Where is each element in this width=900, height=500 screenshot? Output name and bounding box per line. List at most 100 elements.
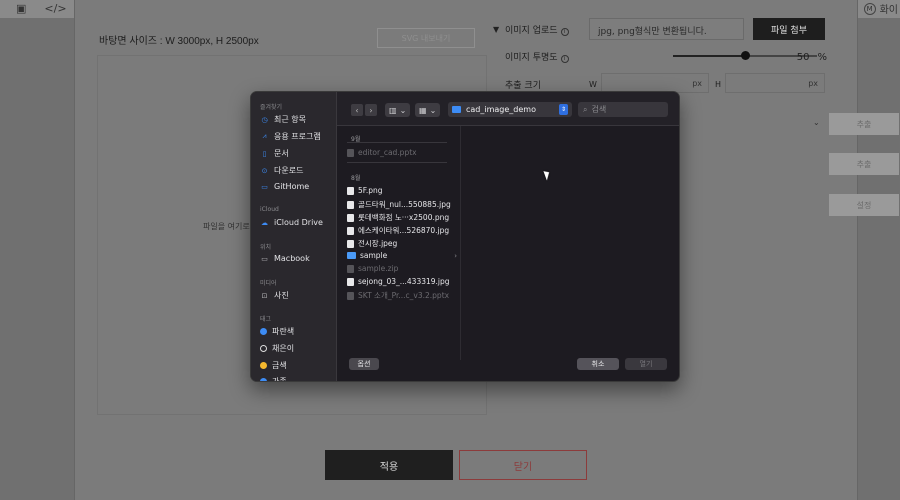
cloud-icon: ☁	[261, 218, 268, 227]
file-icon	[347, 213, 354, 222]
view-mode-button[interactable]: ▥ ⌄	[385, 103, 411, 117]
tag-dot-icon	[260, 345, 267, 352]
apps-icon: ⩘	[262, 132, 267, 140]
export-svg-button[interactable]: SVG 내보내기	[377, 28, 475, 48]
group-button[interactable]: ▦ ⌄	[415, 103, 441, 117]
folder-icon: ▭	[261, 182, 268, 191]
opacity-number: 50	[796, 51, 810, 63]
sidebar-tag-family[interactable]: 가족	[260, 376, 287, 381]
grid-icon: ▦	[419, 105, 427, 115]
extract-button-2[interactable]: 추출	[829, 153, 899, 175]
path-select[interactable]: cad_image_demo ⇕	[448, 102, 572, 117]
chevron-down-icon: ⌄	[399, 105, 407, 115]
opacity-unit: %	[817, 51, 827, 63]
dialog-sidebar: 즐겨찾기 ◷ 최근 항목 ⩘ 응용 프로그램 ▯ 문서 ⊙ 다운로드 ▭ GitHome …	[251, 92, 337, 381]
opacity-value[interactable]: 50%	[775, 48, 827, 66]
search-input[interactable]: ⌕ 검색	[578, 102, 668, 117]
file-icon	[347, 200, 354, 209]
avatar-icon: M	[863, 2, 876, 15]
width-unit: px	[692, 78, 702, 88]
sidebar-item-downloads[interactable]: ⊙ 다운로드	[260, 165, 304, 176]
list-item[interactable]: 전시장.jpeg	[347, 238, 457, 249]
chevron-down-icon: ⌄	[429, 105, 437, 115]
height-field[interactable]: px	[725, 73, 825, 93]
folder-icon	[452, 106, 461, 113]
sidebar-item-macbook[interactable]: ▭ Macbook	[260, 254, 310, 263]
dialog-toolbar: ‹ › ▥ ⌄ ▦ ⌄ cad_image_demo ⇕ ⌕ 검색	[337, 92, 679, 126]
search-icon: ⌕	[583, 104, 588, 114]
width-prefix: W	[589, 80, 597, 89]
path-label: cad_image_demo	[466, 105, 536, 114]
sidebar-item-icloud-drive[interactable]: ☁ iCloud Drive	[260, 218, 323, 227]
document-icon: ▯	[262, 149, 267, 158]
background-size-label: 바탕면 사이즈 : W 3000px, H 2500px	[99, 36, 259, 47]
list-item[interactable]: 롯데백화점 노···x2500.png	[347, 212, 457, 223]
sidebar-item-recents[interactable]: ◷ 최근 항목	[260, 114, 306, 125]
sidebar-item-documents[interactable]: ▯ 문서	[260, 148, 289, 159]
sidebar-tag-white[interactable]: 채은이	[260, 343, 294, 354]
file-icon	[347, 186, 354, 195]
laptop-icon: ▭	[261, 254, 268, 263]
info-icon: i	[560, 55, 569, 63]
tag-dot-icon	[260, 362, 267, 369]
attach-file-button[interactable]: 파일 첨부	[753, 18, 825, 40]
close-button[interactable]: 닫기	[459, 450, 587, 480]
extract-button-1[interactable]: 추출	[829, 113, 899, 135]
options-button[interactable]: 옵션	[349, 358, 379, 370]
list-item[interactable]: 골드타워_nul...550885.jpg	[347, 199, 457, 210]
caret-down-icon[interactable]: ▼	[493, 25, 499, 34]
drop-hint: 파일을 여기로	[203, 222, 250, 231]
clock-icon: ◷	[261, 115, 268, 124]
file-icon	[347, 148, 354, 157]
file-icon	[347, 226, 354, 235]
back-button[interactable]: ‹	[351, 104, 363, 116]
list-item[interactable]: editor_cad.pptx	[347, 148, 457, 157]
file-icon	[347, 291, 354, 300]
favorites-title: 즐겨찾기	[260, 104, 283, 111]
code-icon[interactable]: </>	[44, 2, 66, 15]
list-item[interactable]: sejong_03_...433319.jpg	[347, 277, 457, 286]
open-button[interactable]: 열기	[625, 358, 667, 370]
media-title: 미디어	[260, 280, 277, 287]
file-icon	[347, 277, 354, 286]
folder-icon	[347, 252, 356, 259]
file-open-dialog: 즐겨찾기 ◷ 최근 항목 ⩘ 응용 프로그램 ▯ 문서 ⊙ 다운로드 ▭ GitHome …	[250, 91, 680, 382]
opacity-slider-knob[interactable]	[741, 51, 750, 60]
icloud-title: iCloud	[260, 206, 279, 213]
forward-button[interactable]: ›	[365, 104, 377, 116]
upload-label: 이미지 업로드 i	[505, 23, 569, 36]
apply-button[interactable]: 적용	[325, 450, 453, 480]
sidebar-item-photos[interactable]: ⊡ 사진	[260, 290, 289, 301]
chevron-right-icon: ›	[454, 251, 457, 260]
file-list-column: 9월 editor_cad.pptx 8월 5F.png 골드타워_nul...…	[337, 126, 461, 360]
size-label: 추출 크기	[505, 81, 541, 91]
stepper-icon: ⇕	[559, 104, 568, 115]
height-prefix: H	[715, 80, 722, 89]
width-field[interactable]: px	[601, 73, 709, 93]
opacity-slider-fill	[673, 55, 745, 57]
sidebar-item-githome[interactable]: ▭ GitHome	[260, 182, 309, 191]
list-item[interactable]: sample.zip	[347, 264, 457, 273]
file-icon	[347, 264, 354, 273]
upload-field[interactable]: jpg, png형식만 변환됩니다.	[589, 18, 744, 40]
tag-dot-icon	[260, 378, 267, 381]
tag-dot-icon	[260, 328, 267, 335]
list-item[interactable]: 에스케이타워...526870.jpg	[347, 225, 457, 236]
list-item[interactable]: 5F.png	[347, 186, 457, 195]
list-item-folder[interactable]: sample ›	[347, 251, 457, 260]
tags-title: 태그	[260, 316, 272, 323]
sidebar-tag-gold[interactable]: 금색	[260, 360, 287, 371]
settings-button[interactable]: 설정	[829, 194, 899, 216]
location-title: 위치	[260, 244, 272, 251]
info-icon: i	[560, 28, 569, 36]
cancel-button[interactable]: 취소	[577, 358, 619, 370]
list-item[interactable]: SKT 소개_Pr...c_v3.2.pptx	[347, 290, 457, 301]
image-icon[interactable]: ▣	[16, 2, 26, 15]
sidebar-tag-blue[interactable]: 파란색	[260, 326, 294, 337]
height-unit: px	[808, 78, 818, 88]
user-chip[interactable]: M 화이	[863, 1, 898, 16]
user-chip-label: 화이	[879, 5, 898, 16]
chevron-down-icon[interactable]: ⌄	[813, 118, 820, 127]
editor-actions: 적용 닫기	[325, 450, 587, 480]
sidebar-item-applications[interactable]: ⩘ 응용 프로그램	[260, 131, 321, 142]
